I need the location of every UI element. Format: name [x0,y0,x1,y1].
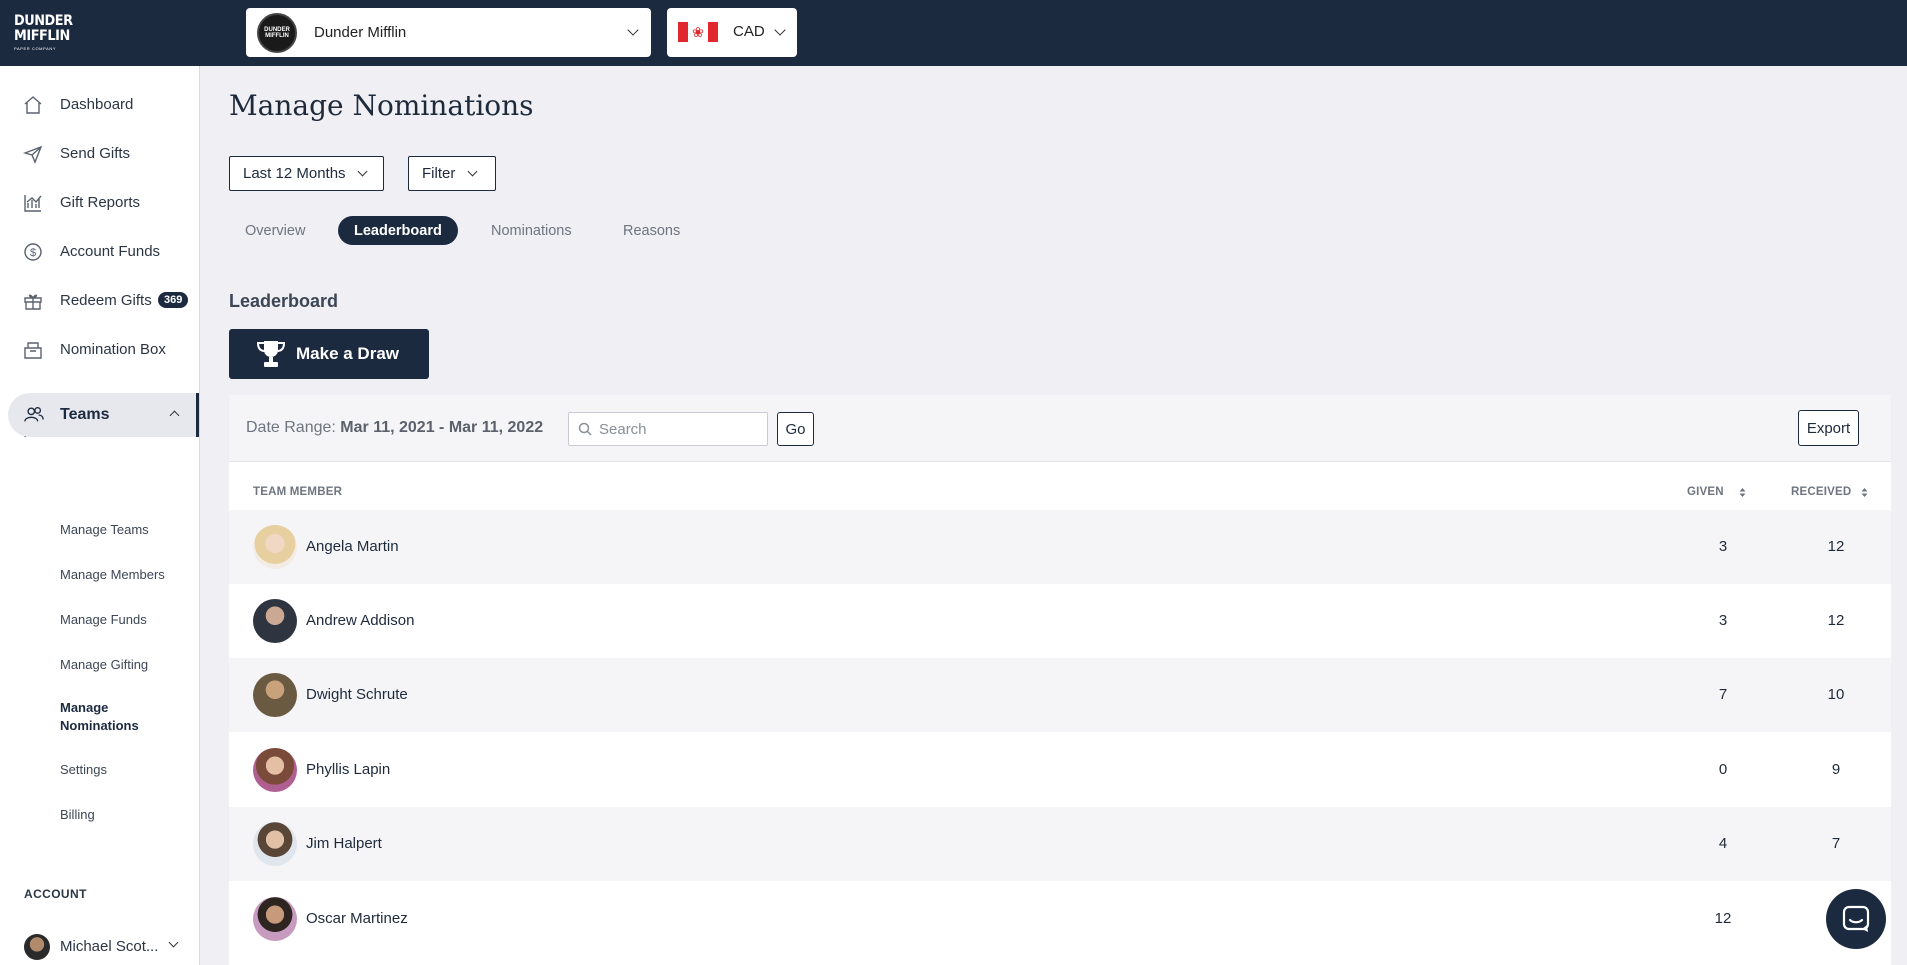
avatar [253,822,297,866]
avatar [253,897,297,941]
tab-nominations[interactable]: Nominations [491,216,572,245]
account-section-label: ACCOUNT [24,887,87,901]
sidebar-item-nomination-box[interactable]: Nomination Box [0,332,199,366]
table-row[interactable]: Dwight Schrute 7 10 [229,658,1891,732]
canada-flag-icon: ❀ [678,22,718,42]
sidebar-item-account-funds[interactable]: $ Account Funds [0,234,199,268]
tab-leaderboard[interactable]: Leaderboard [338,216,458,245]
sidebar-subitem-manage-members[interactable]: Manage Members [60,567,165,582]
tab-overview[interactable]: Overview [245,216,305,245]
chevron-down-icon [627,24,639,36]
svg-text:$: $ [30,247,36,259]
account-name: Michael Scot... [60,938,159,955]
leaderboard-toolbar: Date Range: Mar 11, 2021 - Mar 11, 2022 … [229,395,1891,462]
chevron-down-icon [774,24,786,36]
gift-icon [24,294,42,310]
trophy-icon [256,341,286,367]
paper-plane-icon [23,145,43,164]
avatar [253,525,297,569]
table-row[interactable]: Andrew Addison 3 12 [229,584,1891,658]
sidebar-item-redeem-gifts[interactable]: Redeem Gifts 369 [0,283,199,317]
chat-icon [1842,905,1870,932]
sidebar-subitem-manage-gifting[interactable]: Manage Gifting [60,657,148,672]
search-field[interactable] [568,412,768,446]
search-icon [578,422,592,436]
chevron-down-icon [467,166,478,177]
chart-icon [24,195,42,212]
period-dropdown[interactable]: Last 12 Months [229,156,384,191]
box-icon [24,342,42,359]
company-selector[interactable]: DUNDER MIFFLIN Dunder Mifflin [246,8,651,57]
avatar [24,934,50,960]
leaderboard-card: Date Range: Mar 11, 2021 - Mar 11, 2022 … [229,395,1891,965]
search-input[interactable] [599,414,764,444]
users-icon [24,407,44,422]
account-menu[interactable]: Michael Scot... [0,928,199,962]
top-bar: DUNDER MIFFLIN PAPER COMPANY DUNDER MIFF… [0,0,1907,66]
company-avatar: DUNDER MIFFLIN [257,12,297,53]
chevron-down-icon [168,937,179,948]
table-row[interactable]: Jim Halpert 4 7 [229,807,1891,881]
column-header-given[interactable]: GIVEN [1687,486,1746,498]
sidebar-subitem-manage-funds[interactable]: Manage Funds [60,612,147,627]
table-row[interactable]: Phyllis Lapin 0 9 [229,733,1891,807]
sidebar-item-teams[interactable]: Teams [8,393,199,437]
sidebar-subitem-billing[interactable]: Billing [60,807,95,822]
avatar [253,599,297,643]
home-icon [24,96,42,114]
sidebar-subitem-manage-teams[interactable]: Manage Teams [60,522,149,537]
go-button[interactable]: Go [777,412,814,446]
make-a-draw-button[interactable]: Make a Draw [229,329,429,379]
section-title: Leaderboard [229,291,339,311]
column-header-received[interactable]: RECEIVED [1791,486,1868,498]
tab-reasons[interactable]: Reasons [623,216,680,245]
sidebar-subitem-manage-nominations[interactable]: Manage Nominations [60,699,170,735]
table-row[interactable]: Angela Martin 3 12 [229,510,1891,584]
redeem-count-badge: 369 [158,292,189,308]
export-button[interactable]: Export [1798,410,1859,446]
chat-launcher-button[interactable] [1826,889,1886,949]
date-range: Date Range: Mar 11, 2021 - Mar 11, 2022 [246,419,544,436]
avatar [253,673,297,717]
currency-selector[interactable]: ❀ CAD [667,8,797,57]
table-row[interactable]: Oscar Martinez 12 [229,882,1891,956]
avatar [253,748,297,792]
sort-icon [1739,488,1746,497]
sort-icon [1861,488,1868,497]
currency-code: CAD [733,23,765,40]
chevron-down-icon [357,166,368,177]
sidebar-item-gift-reports[interactable]: Gift Reports [0,185,199,219]
sidebar-item-send-gifts[interactable]: Send Gifts [0,136,199,170]
sidebar-subitem-settings[interactable]: Settings [60,762,107,777]
dollar-icon: $ [24,243,42,261]
chevron-up-icon [169,410,180,421]
sidebar-item-dashboard[interactable]: Dashboard [0,87,199,121]
page-title: Manage Nominations [229,89,534,122]
company-logo[interactable]: DUNDER MIFFLIN PAPER COMPANY [14,14,78,52]
company-name: Dunder Mifflin [314,24,407,41]
filter-dropdown[interactable]: Filter [408,156,496,191]
column-header-team-member[interactable]: TEAM MEMBER [253,486,342,498]
